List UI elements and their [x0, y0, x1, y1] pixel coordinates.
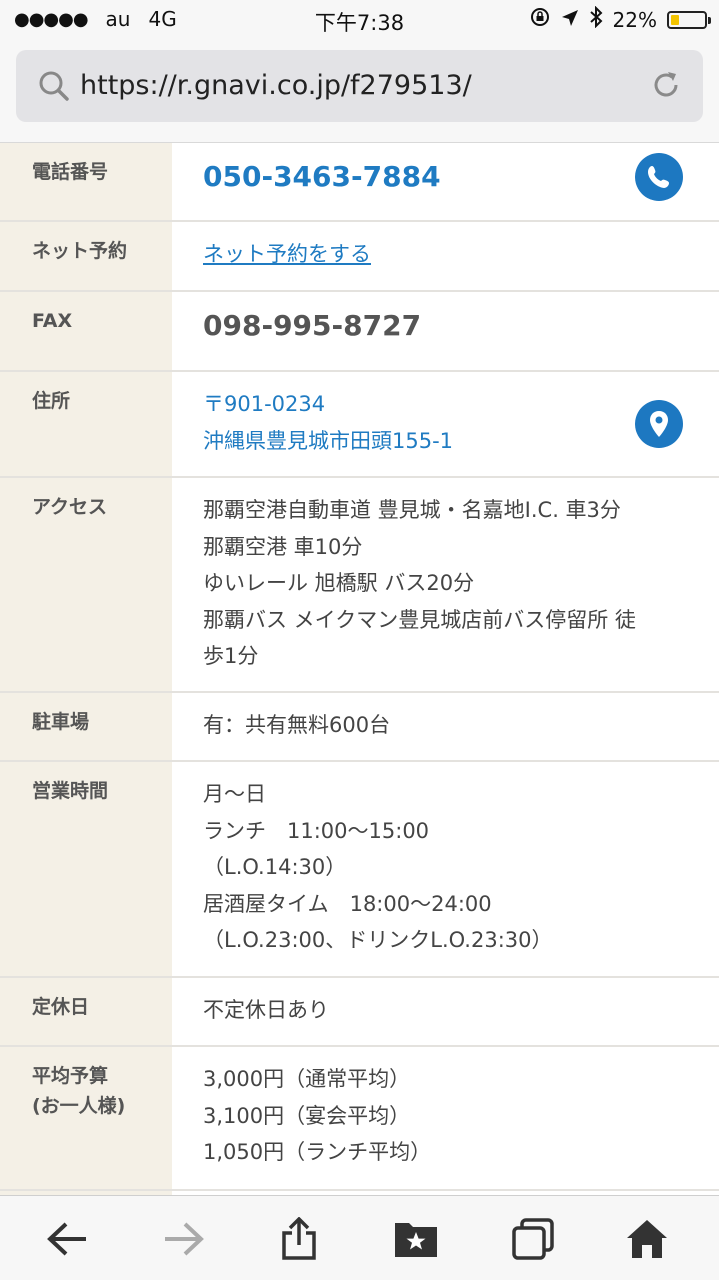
access-line: 那覇空港自動車道 豊見城・名嘉地I.C. 車3分 — [203, 498, 621, 522]
label-hours: 営業時間 — [0, 762, 172, 976]
battery-percent: 22% — [612, 7, 657, 32]
access-line: 歩1分 — [203, 644, 259, 668]
share-icon[interactable] — [276, 1216, 322, 1262]
parking-text: 有：共有無料600台 — [203, 713, 391, 737]
label-budget: 平均予算 (お一人様) — [0, 1047, 172, 1189]
status-right: 22% — [529, 5, 711, 33]
value-address: 〒901-0234 沖縄県豊見城市田頭155-1 — [172, 372, 719, 476]
label-parking: 駐車場 — [0, 693, 172, 760]
budget-line: 3,000円（通常平均） — [203, 1067, 411, 1091]
row-access: アクセス 那覇空港自動車道 豊見城・名嘉地I.C. 車3分 那覇空港 車10分 … — [0, 478, 719, 693]
home-icon[interactable] — [624, 1216, 670, 1262]
net-reserve-link[interactable]: ネット予約をする — [203, 236, 689, 273]
forward-icon[interactable] — [161, 1216, 207, 1262]
browser-toolbar — [0, 1195, 719, 1280]
address-street[interactable]: 沖縄県豊見城市田頭155-1 — [203, 423, 689, 460]
value-parking: 有：共有無料600台 — [172, 693, 719, 760]
holiday-text: 不定休日あり — [203, 998, 329, 1022]
row-budget: 平均予算 (お一人様) 3,000円（通常平均） 3,100円（宴会平均） 1,… — [0, 1047, 719, 1191]
row-fax: FAX 098-995-8727 — [0, 292, 719, 372]
battery-level — [671, 14, 679, 25]
label-holiday: 定休日 — [0, 978, 172, 1045]
fax-number: 098-995-8727 — [203, 309, 422, 342]
address-postal-code[interactable]: 〒901-0234 — [203, 386, 689, 423]
row-hours: 営業時間 月〜日 ランチ 11:00〜15:00 （L.O.14:30） 居酒屋… — [0, 762, 719, 978]
status-bar: ●●●●● au 4G 下午7:38 22% — [0, 0, 719, 40]
row-address: 住所 〒901-0234 沖縄県豊見城市田頭155-1 — [0, 372, 719, 478]
hours-line: 月〜日 — [203, 782, 266, 806]
row-holiday: 定休日 不定休日あり — [0, 978, 719, 1047]
url-text[interactable]: https://r.gnavi.co.jp/f279513/ — [80, 70, 472, 101]
bluetooth-icon — [589, 5, 603, 33]
access-line: ゆいレール 旭橋駅 バス20分 — [203, 571, 475, 595]
budget-label-line: (お一人様) — [32, 1095, 126, 1118]
reload-icon[interactable] — [649, 68, 683, 106]
value-access: 那覇空港自動車道 豊見城・名嘉地I.C. 車3分 那覇空港 車10分 ゆいレール… — [172, 478, 719, 691]
hours-line: （L.O.14:30） — [203, 855, 347, 879]
address-bar[interactable]: https://r.gnavi.co.jp/f279513/ — [16, 50, 703, 122]
battery-icon — [667, 10, 711, 29]
value-hours: 月〜日 ランチ 11:00〜15:00 （L.O.14:30） 居酒屋タイム 1… — [172, 762, 719, 976]
budget-line: 3,100円（宴会平均） — [203, 1103, 411, 1128]
tabs-icon[interactable] — [510, 1216, 556, 1262]
label-access: アクセス — [0, 478, 172, 691]
row-net-reserve: ネット予約 ネット予約をする — [0, 222, 719, 292]
access-line: 那覇バス メイクマン豊見城店前バス停留所 徒 — [203, 607, 636, 632]
value-net-reserve: ネット予約をする — [172, 222, 719, 290]
label-phone: 電話番号 — [0, 143, 172, 220]
back-icon[interactable] — [44, 1216, 90, 1262]
location-arrow-icon — [561, 8, 579, 32]
label-address: 住所 — [0, 372, 172, 476]
rotation-lock-icon — [529, 6, 551, 33]
phone-icon[interactable] — [635, 153, 683, 201]
hours-line: 居酒屋タイム 18:00〜24:00 — [203, 891, 492, 916]
browser-address-area: https://r.gnavi.co.jp/f279513/ — [0, 40, 719, 143]
search-icon — [38, 70, 70, 106]
bookmarks-icon[interactable] — [393, 1216, 439, 1262]
hours-line: （L.O.23:00、ドリンクL.O.23:30） — [203, 928, 553, 952]
phone-number-link[interactable]: 050-3463-7884 — [203, 159, 441, 195]
shop-info-table: 電話番号 050-3463-7884 ネット予約 ネット予約をする FAX 09… — [0, 143, 719, 1195]
budget-label-line: 平均予算 — [32, 1065, 109, 1087]
budget-line: 1,050円（ランチ平均） — [203, 1140, 432, 1164]
access-line: 那覇空港 車10分 — [203, 534, 363, 559]
value-holiday: 不定休日あり — [172, 978, 719, 1045]
label-net-reserve: ネット予約 — [0, 222, 172, 290]
hours-line: ランチ 11:00〜15:00 — [203, 818, 430, 843]
value-phone: 050-3463-7884 — [172, 143, 719, 220]
label-fax: FAX — [0, 292, 172, 370]
map-pin-icon[interactable] — [635, 400, 683, 448]
value-budget: 3,000円（通常平均） 3,100円（宴会平均） 1,050円（ランチ平均） — [172, 1047, 719, 1189]
row-parking: 駐車場 有：共有無料600台 — [0, 693, 719, 762]
row-phone: 電話番号 050-3463-7884 — [0, 143, 719, 222]
value-fax: 098-995-8727 — [172, 292, 719, 370]
